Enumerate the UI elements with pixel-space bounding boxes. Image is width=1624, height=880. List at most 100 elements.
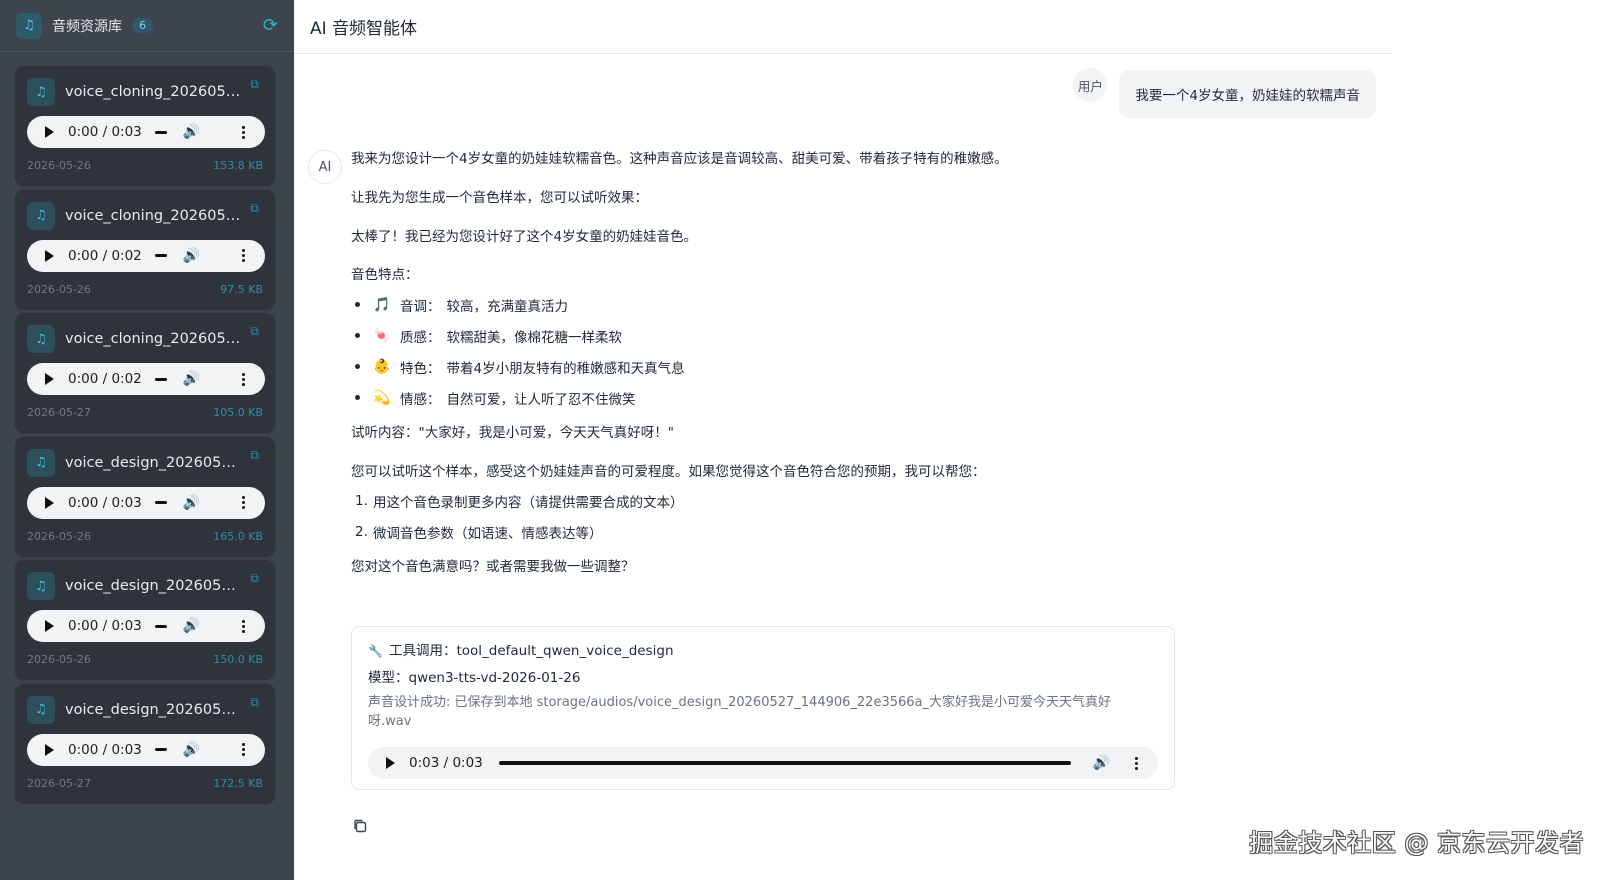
option-item: 2. 微调音色参数（如语速、情感表达等） xyxy=(351,516,1191,547)
bullet xyxy=(355,395,360,400)
audio-file-size: 153.8 KB xyxy=(213,159,263,172)
feature-item: 👶 特色： 带着4岁小朋友特有的稚嫩感和天真气息 xyxy=(351,351,1191,382)
volume-icon[interactable]: 🔊 xyxy=(1093,755,1110,771)
audio-file-date: 2026-05-26 xyxy=(27,282,91,296)
copy-icon[interactable]: ⧉ xyxy=(250,77,259,92)
volume-icon[interactable]: 🔊 xyxy=(183,124,200,140)
feature-text: 较高，充满童真活力 xyxy=(446,298,569,315)
feature-label: 音调： xyxy=(400,298,441,315)
volume-icon[interactable]: 🔊 xyxy=(183,371,200,387)
bullet xyxy=(355,302,360,307)
more-options-icon[interactable] xyxy=(242,249,245,262)
more-options-icon[interactable] xyxy=(242,372,245,386)
feature-item: 🍬 质感： 软糯甜美，像棉花糖一样柔软 xyxy=(351,320,1191,351)
chat-header: AI 音频智能体 xyxy=(294,0,1392,54)
audio-file-card[interactable]: ♫ voice_cloning_2026052... ⧉ 0:00 / 0:02… xyxy=(14,312,276,434)
audio-progress-bar[interactable] xyxy=(154,501,167,504)
audio-player[interactable]: 0:00 / 0:03 🔊 xyxy=(27,733,265,766)
bullet xyxy=(355,333,360,338)
audio-time: 0:00 / 0:03 xyxy=(68,494,142,511)
copy-icon[interactable]: ⧉ xyxy=(250,695,259,710)
copy-icon[interactable]: ⧉ xyxy=(250,324,259,339)
audio-file-name: voice_design_2026052... xyxy=(65,578,241,594)
volume-icon[interactable]: 🔊 xyxy=(183,248,200,264)
more-options-icon[interactable] xyxy=(1135,756,1138,770)
feature-emoji-icon: 🍬 xyxy=(373,327,391,344)
more-options-icon[interactable] xyxy=(242,619,245,633)
feature-text: 带着4岁小朋友特有的稚嫩感和天真气息 xyxy=(446,360,685,377)
audio-time: 0:00 / 0:02 xyxy=(68,247,142,264)
volume-icon[interactable]: 🔊 xyxy=(183,618,200,634)
play-icon[interactable] xyxy=(45,249,54,262)
audio-player[interactable]: 0:00 / 0:03 🔊 xyxy=(27,610,265,642)
play-icon[interactable] xyxy=(45,126,54,138)
audio-file-name: voice_design_2026052... xyxy=(65,454,241,471)
play-icon[interactable] xyxy=(45,373,54,385)
audio-file-card[interactable]: ♫ voice_design_2026052... ⧉ 0:00 / 0:03 … xyxy=(14,559,276,681)
play-icon[interactable] xyxy=(386,757,395,769)
audio-file-card[interactable]: ♫ voice_cloning_2026052... ⧉ 0:00 / 0:02… xyxy=(14,188,276,311)
audio-progress-bar[interactable] xyxy=(154,377,167,381)
play-icon[interactable] xyxy=(45,743,54,756)
music-note-icon: ♫ xyxy=(27,695,55,724)
tool-model: 模型：qwen3-tts-vd-2026-01-26 xyxy=(368,670,581,686)
refresh-icon[interactable]: ⟳ xyxy=(263,15,278,36)
audio-file-size: 97.5 KB xyxy=(220,282,263,296)
copy-icon[interactable]: ⧉ xyxy=(250,448,259,463)
audio-file-name: voice_cloning_2026052... xyxy=(65,331,241,347)
wrench-icon: 🔧 xyxy=(368,644,383,658)
audio-library-sidebar: ♫ 音频资源库 6 ⟳ ♫ voice_cloning_2026052... ⧉… xyxy=(0,0,294,880)
audio-file-card[interactable]: ♫ voice_design_2026052... ⧉ 0:00 / 0:03 … xyxy=(14,682,276,805)
audio-time: 0:03 / 0:03 xyxy=(409,755,483,771)
audio-file-name: voice_design_2026052... xyxy=(65,701,241,718)
play-icon[interactable] xyxy=(45,620,54,632)
audio-file-date: 2026-05-26 xyxy=(27,529,91,543)
copy-icon[interactable] xyxy=(352,818,368,834)
audio-player[interactable]: 0:00 / 0:02 🔊 xyxy=(27,363,265,395)
audio-file-card[interactable]: ♫ voice_cloning_2026052... ⧉ 0:00 / 0:03… xyxy=(14,65,276,187)
audio-file-date: 2026-05-26 xyxy=(27,653,91,666)
option-number: 2. xyxy=(355,523,368,540)
ai-paragraph: 试听内容："大家好，我是小可爱，今天天气真好呀！" xyxy=(351,425,674,441)
more-options-icon[interactable] xyxy=(242,125,245,139)
feature-emoji-icon: 💫 xyxy=(373,389,391,406)
audio-file-date: 2026-05-26 xyxy=(27,159,91,172)
audio-progress-bar[interactable] xyxy=(154,130,167,134)
copy-icon[interactable]: ⧉ xyxy=(250,201,259,216)
music-note-icon: ♫ xyxy=(27,78,55,106)
audio-progress-bar[interactable] xyxy=(154,624,167,628)
audio-player[interactable]: 0:00 / 0:02 🔊 xyxy=(27,239,265,272)
ai-paragraph: 让我先为您生成一个音色样本，您可以试听效果： xyxy=(351,190,648,206)
page-margin xyxy=(1392,0,1624,880)
play-icon[interactable] xyxy=(45,496,54,509)
audio-player[interactable]: 0:00 / 0:03 🔊 xyxy=(27,486,265,519)
ai-paragraph: 您对这个音色满意吗？或者需要我做一些调整？ xyxy=(351,559,635,575)
music-note-icon: ♫ xyxy=(27,448,55,477)
feature-emoji-icon: 👶 xyxy=(373,358,391,375)
audio-player[interactable]: 0:00 / 0:03 🔊 xyxy=(27,116,265,148)
audio-file-header: ♫ voice_design_2026052... ⧉ xyxy=(27,448,263,478)
audio-progress-bar[interactable] xyxy=(498,761,1071,765)
volume-icon[interactable]: 🔊 xyxy=(183,742,200,758)
tool-audio-player[interactable]: 0:03 / 0:03 🔊 xyxy=(368,747,1158,779)
app-window: ♫ 音频资源库 6 ⟳ ♫ voice_cloning_2026052... ⧉… xyxy=(0,0,1624,880)
audio-file-size: 172.5 KB xyxy=(213,776,263,790)
more-options-icon[interactable] xyxy=(242,496,245,509)
audio-progress-bar[interactable] xyxy=(154,254,167,257)
copy-icon[interactable]: ⧉ xyxy=(250,571,259,586)
chat-panel: AI 音频智能体 用户 我要一个4岁女童，奶娃娃的软糯声音 AI 我来为您设计一… xyxy=(294,0,1392,880)
more-options-icon[interactable] xyxy=(242,743,245,756)
audio-file-date: 2026-05-27 xyxy=(27,406,91,419)
volume-icon[interactable]: 🔊 xyxy=(183,495,200,511)
option-item: 1. 用这个音色录制更多内容（请提供需要合成的文本） xyxy=(351,485,1191,516)
tool-result-text: 声音设计成功: 已保存到本地 storage/audios/voice_desi… xyxy=(368,695,1111,729)
audio-file-card[interactable]: ♫ voice_design_2026052... ⧉ 0:00 / 0:03 … xyxy=(14,435,276,558)
audio-progress-bar[interactable] xyxy=(154,748,167,751)
music-note-icon: ♫ xyxy=(16,12,42,39)
ai-message: 我来为您设计一个4岁女童的奶娃娃软糯音色。这种声音应该是音调较高、甜美可爱、带着… xyxy=(351,150,1191,576)
bullet xyxy=(355,364,360,369)
audio-file-date: 2026-05-27 xyxy=(27,776,91,790)
user-message: 用户 我要一个4岁女童，奶娃娃的软糯声音 xyxy=(1073,68,1376,118)
music-note-icon: ♫ xyxy=(27,325,55,353)
user-avatar: 用户 xyxy=(1073,68,1108,102)
